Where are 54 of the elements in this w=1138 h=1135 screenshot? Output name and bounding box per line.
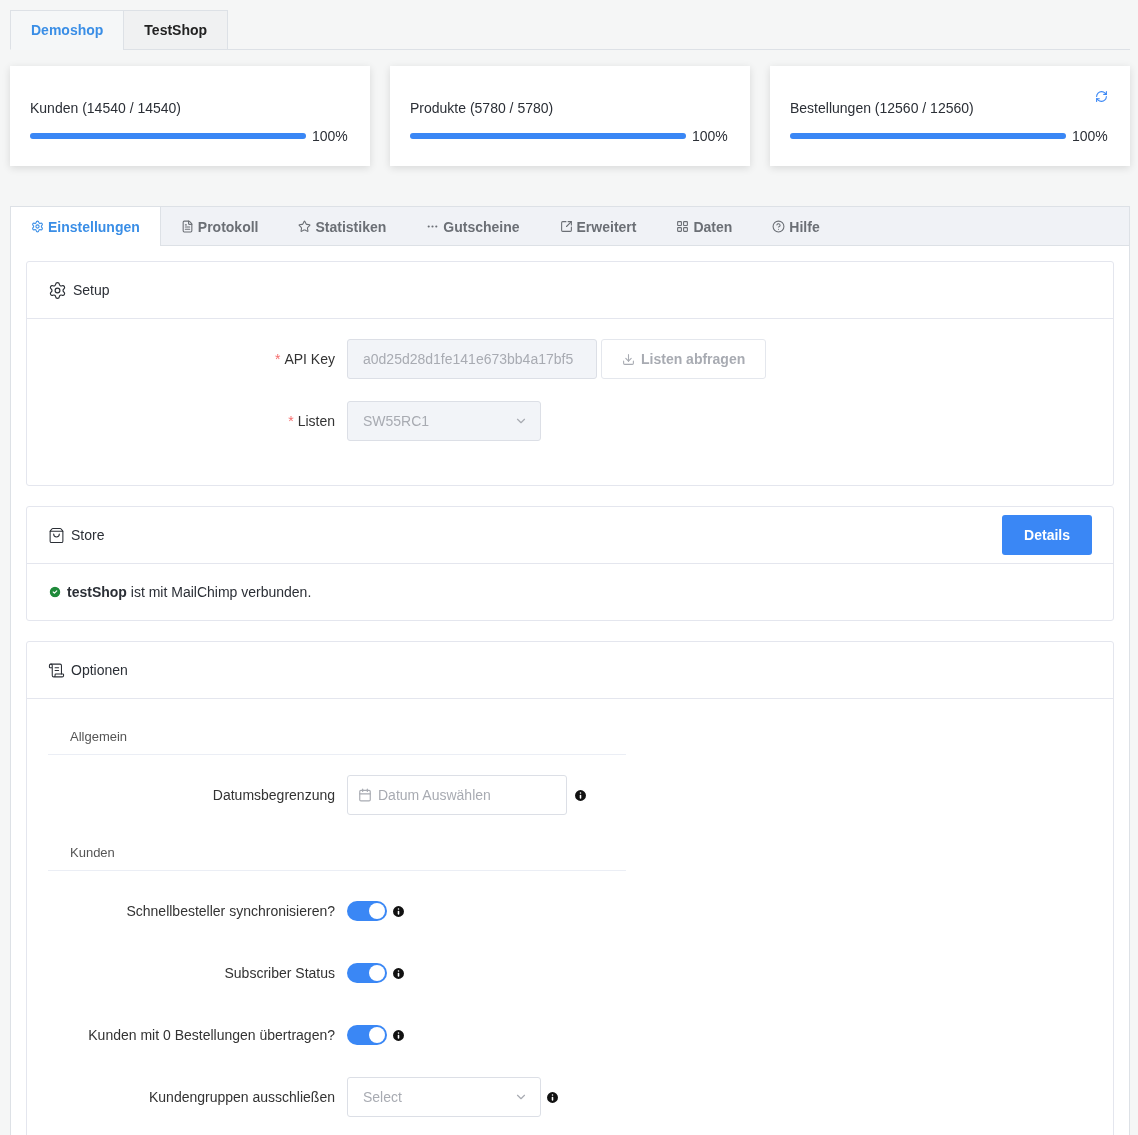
- sync-label: Bestellungen (12560 / 12560): [790, 100, 975, 116]
- help-icon: [772, 220, 786, 233]
- star-icon: [298, 220, 312, 233]
- required-mark: *: [288, 413, 294, 429]
- field-label: Kundengruppen ausschließen: [147, 1089, 335, 1105]
- refresh-icon[interactable]: [1095, 90, 1108, 103]
- settings-tab[interactable]: Einstellungen: [11, 207, 161, 246]
- date-picker-field[interactable]: Datum Auswählen: [347, 775, 567, 815]
- info-icon: [391, 1027, 406, 1043]
- field-label: Kunden mit 0 Bestellungen übertragen?: [87, 1027, 335, 1043]
- document-icon: [180, 220, 194, 233]
- settings-tab[interactable]: Statistiken: [278, 207, 407, 246]
- toggle-switch[interactable]: [347, 963, 387, 983]
- settings-tab[interactable]: Hilfe: [752, 207, 840, 246]
- sync-label: Produkte (5780 / 5780): [410, 100, 555, 116]
- required-mark: *: [274, 351, 281, 367]
- download-icon: [622, 352, 635, 366]
- field-label: Subscriber Status: [223, 965, 335, 981]
- settings-tab[interactable]: Protokoll: [160, 207, 279, 246]
- toggle-switch[interactable]: [347, 1025, 387, 1045]
- settings-tab[interactable]: Erweitert: [539, 207, 657, 246]
- info-icon: [573, 787, 588, 803]
- info-icon: [391, 903, 406, 919]
- grid-icon: [676, 220, 690, 233]
- calendar-icon: [358, 788, 372, 802]
- status-message: testShop ist mit MailChimp verbunden.: [67, 584, 312, 600]
- fetch-lists-button[interactable]: Listen abfragen: [601, 339, 767, 379]
- info-icon: [545, 1089, 560, 1105]
- settings-icon: [31, 220, 44, 233]
- progress-percent: 100%: [312, 128, 349, 144]
- shop-tab[interactable]: Demoshop: [10, 10, 124, 50]
- toggle-switch[interactable]: [347, 901, 387, 921]
- progress-percent: 100%: [692, 128, 729, 144]
- expand-icon: [559, 220, 573, 233]
- details-button[interactable]: Details: [1002, 515, 1092, 555]
- section-title: Kunden: [48, 831, 626, 871]
- gear-icon: [48, 280, 67, 300]
- shop-tab[interactable]: TestShop: [123, 10, 229, 50]
- sync-label: Kunden (14540 / 14540): [30, 100, 182, 116]
- field-label: Datumsbegrenzung: [211, 787, 335, 803]
- section-title: Allgemein: [48, 715, 626, 755]
- settings-tab[interactable]: Gutscheine: [406, 207, 540, 246]
- field-label: * API Key: [273, 351, 335, 367]
- panel-title: Setup: [73, 282, 111, 298]
- panel-title: Store: [71, 527, 106, 543]
- settings-tab[interactable]: Daten: [656, 207, 753, 246]
- field-label: * Listen: [287, 413, 335, 429]
- panel-title: Optionen: [71, 662, 129, 678]
- select-field[interactable]: Select: [347, 1077, 541, 1117]
- info-icon: [391, 965, 406, 981]
- bag-icon: [48, 526, 65, 544]
- list-icon: [48, 661, 65, 679]
- field-label: Schnellbesteller synchronisieren?: [125, 903, 335, 919]
- progress-percent: 100%: [1072, 128, 1109, 144]
